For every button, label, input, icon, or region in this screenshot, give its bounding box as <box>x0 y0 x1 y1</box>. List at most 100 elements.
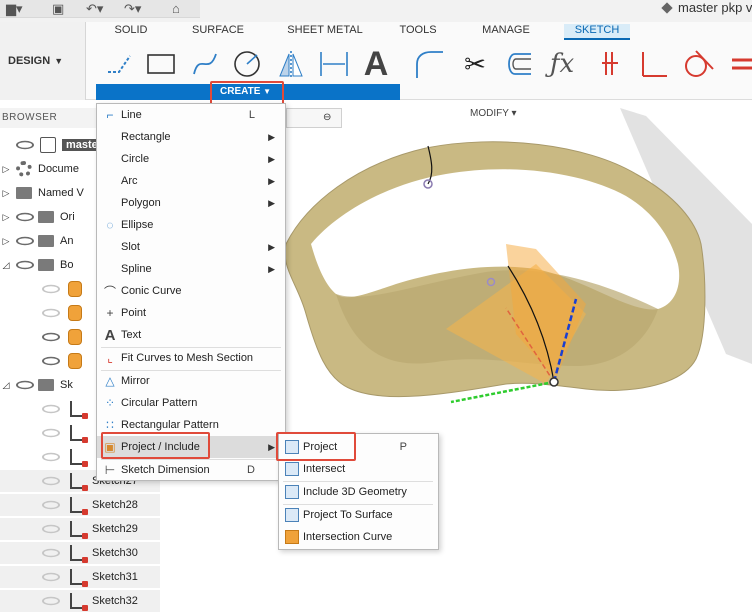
dimension-tool-icon[interactable] <box>316 46 352 82</box>
visibility-eye-icon[interactable] <box>42 500 60 510</box>
visibility-eye-icon[interactable] <box>42 428 60 438</box>
folder-icon <box>38 211 54 223</box>
tab-tools[interactable]: TOOLS <box>396 24 440 40</box>
file-menu-icon[interactable]: ▆▾ <box>6 1 23 17</box>
circle-tool-icon[interactable] <box>230 46 264 82</box>
fillet-tool-icon[interactable] <box>412 46 446 82</box>
visibility-eye-icon[interactable] <box>16 260 34 270</box>
mirror-icon: △ <box>105 374 115 388</box>
menu-item-text[interactable]: A Text <box>97 324 285 346</box>
project-to-surface-icon <box>285 508 299 522</box>
submenu-item-intersect[interactable]: Intersect <box>279 458 437 480</box>
circular-pattern-icon: ⁘ <box>104 396 116 410</box>
document-title: master pkp v <box>661 0 752 18</box>
submenu-item-include-3d-geometry[interactable]: Include 3D Geometry <box>279 481 437 503</box>
menu-item-sketch-dimension[interactable]: ⊢ Sketch Dimension D <box>97 459 285 481</box>
redo-icon[interactable]: ↷▾ <box>124 1 141 17</box>
tree-sketch-item[interactable]: Sketch29 <box>0 518 160 540</box>
intersection-curve-icon <box>285 530 299 544</box>
visibility-eye-icon[interactable] <box>42 356 60 366</box>
workspace-switcher[interactable]: DESIGN ▼ <box>0 22 86 100</box>
visibility-eye-icon[interactable] <box>16 236 34 246</box>
collapse-arrow-icon[interactable]: ◿ <box>0 260 12 271</box>
home-icon[interactable]: ⌂ <box>172 1 180 16</box>
collapse-arrow-icon[interactable]: ◿ <box>0 380 12 391</box>
tab-surface[interactable]: SURFACE <box>190 24 246 40</box>
menu-item-circular-pattern[interactable]: ⁘ Circular Pattern <box>97 392 285 414</box>
menu-item-arc[interactable]: Arc ▶ <box>97 170 285 192</box>
submenu-item-intersection-curve[interactable]: Intersection Curve <box>279 526 437 548</box>
create-dropdown-menu: ⌐ Line L Rectangle ▶ Circle ▶ Arc ▶ Poly… <box>96 103 286 481</box>
body-icon <box>68 329 82 345</box>
menu-item-line[interactable]: ⌐ Line L <box>97 104 285 126</box>
menu-item-ellipse[interactable]: ◌ Ellipse <box>97 214 285 236</box>
undo-icon[interactable]: ↶▾ <box>86 1 103 17</box>
gear-icon <box>16 161 32 177</box>
visibility-eye-icon[interactable] <box>42 452 60 462</box>
text-icon: A <box>104 326 116 344</box>
menu-item-polygon[interactable]: Polygon ▶ <box>97 192 285 214</box>
project-include-highlight-box <box>101 432 210 459</box>
sketch-palette-header: ⊖ <box>286 108 342 128</box>
visibility-eye-icon[interactable] <box>42 476 60 486</box>
menu-item-spline[interactable]: Spline ▶ <box>97 258 285 280</box>
visibility-eye-icon[interactable] <box>42 332 60 342</box>
folder-icon <box>38 259 54 271</box>
body-icon <box>68 281 82 297</box>
body-icon <box>68 353 82 369</box>
visibility-eye-icon[interactable] <box>16 380 34 390</box>
sketch-icon <box>70 449 88 467</box>
submenu-item-project-to-surface[interactable]: Project To Surface <box>279 504 437 526</box>
menu-item-fit-curves[interactable]: ⌞ Fit Curves to Mesh Section <box>97 347 285 369</box>
visibility-eye-icon[interactable] <box>42 596 60 606</box>
tangent-icon[interactable] <box>680 46 716 82</box>
menu-item-slot[interactable]: Slot ▶ <box>97 236 285 258</box>
fit-curves-icon: ⌞ <box>107 351 113 365</box>
tree-sketch-item[interactable]: Sketch30 <box>0 542 160 564</box>
create-highlight-box <box>210 81 284 105</box>
title-bar: ▆▾ ▣ ↶▾ ↷▾ ⌂ master pkp v <box>0 0 752 22</box>
expand-arrow-icon[interactable]: ▷ <box>0 164 12 175</box>
offset-tool-icon[interactable] <box>500 46 536 82</box>
browser-header: BROWSER <box>0 108 96 128</box>
equal-icon[interactable] <box>730 46 752 82</box>
coincident-icon[interactable] <box>598 46 622 82</box>
visibility-eye-icon[interactable] <box>42 572 60 582</box>
visibility-eye-icon[interactable] <box>42 284 60 294</box>
expand-arrow-icon[interactable]: ▷ <box>0 236 12 247</box>
visibility-eye-icon[interactable] <box>16 212 34 222</box>
tab-manage[interactable]: MANAGE <box>480 24 532 40</box>
line-tool-icon[interactable] <box>104 46 134 82</box>
visibility-eye-icon[interactable] <box>16 140 34 150</box>
point-icon: + <box>106 306 114 320</box>
text-tool-icon[interactable]: A <box>358 45 394 83</box>
visibility-eye-icon[interactable] <box>42 548 60 558</box>
visibility-eye-icon[interactable] <box>42 308 60 318</box>
spline-tool-icon[interactable] <box>190 46 220 82</box>
submenu-arrow-icon: ▶ <box>268 175 275 186</box>
mirror-tool-icon[interactable] <box>274 46 308 82</box>
visibility-eye-icon[interactable] <box>42 524 60 534</box>
submenu-arrow-icon: ▶ <box>268 131 275 142</box>
tree-sketch-item[interactable]: Sketch31 <box>0 566 160 588</box>
expand-arrow-icon[interactable]: ▷ <box>0 212 12 223</box>
tab-solid[interactable]: SOLID <box>110 24 152 40</box>
sketch-icon <box>70 521 88 539</box>
menu-item-rectangle[interactable]: Rectangle ▶ <box>97 126 285 148</box>
menu-item-circle[interactable]: Circle ▶ <box>97 148 285 170</box>
save-icon[interactable]: ▣ <box>52 1 64 17</box>
rectangle-tool-icon[interactable] <box>144 46 178 82</box>
tab-sketch[interactable]: SKETCH <box>564 24 630 40</box>
parameters-fx-icon[interactable]: ƒx <box>544 46 580 82</box>
tab-sheet-metal[interactable]: SHEET METAL <box>284 24 366 40</box>
visibility-eye-icon[interactable] <box>42 404 60 414</box>
expand-arrow-icon[interactable]: ▷ <box>0 188 12 199</box>
trim-tool-icon[interactable]: ✂ <box>458 46 492 82</box>
tree-sketch-item[interactable]: Sketch28 <box>0 494 160 516</box>
minimize-icon[interactable]: ⊖ <box>323 112 331 123</box>
menu-item-mirror[interactable]: △ Mirror <box>97 370 285 392</box>
tree-sketch-item[interactable]: Sketch32 <box>0 590 160 612</box>
menu-item-point[interactable]: + Point <box>97 302 285 324</box>
perpendicular-icon[interactable] <box>636 46 670 82</box>
menu-item-conic-curve[interactable]: ⌒ Conic Curve <box>97 280 285 302</box>
